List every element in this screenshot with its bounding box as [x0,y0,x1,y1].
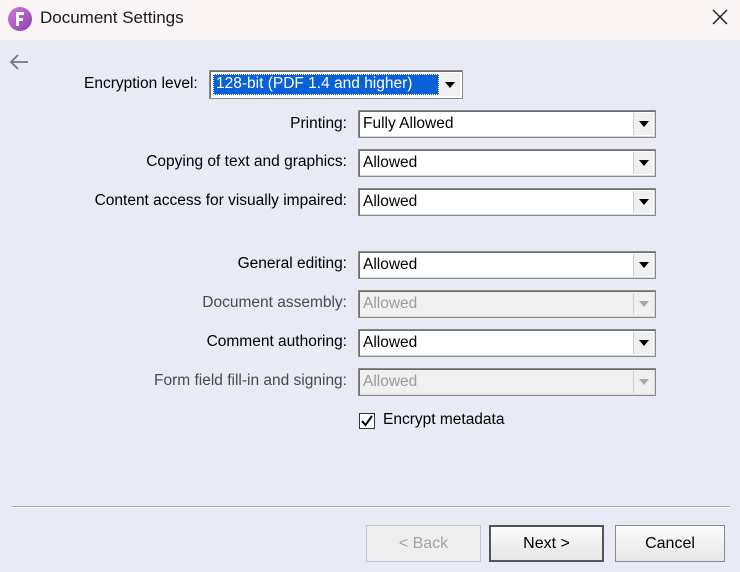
back-button: < Back [366,525,481,562]
chevron-down-icon[interactable] [440,73,460,96]
footer-divider [12,506,730,508]
general-editing-dropdown[interactable]: Allowed [358,251,656,279]
form-field-label: Form field fill-in and signing: [154,372,347,389]
comment-authoring-label: Comment authoring: [206,333,347,350]
window-title: Document Settings [40,8,184,27]
form-field-dropdown: Allowed [358,368,656,396]
checkmark-icon [361,415,373,427]
comment-authoring-value: Allowed [363,334,418,351]
copying-label: Copying of text and graphics: [146,153,347,170]
chevron-down-icon[interactable] [633,332,653,354]
printing-value: Fully Allowed [363,115,454,132]
encrypt-metadata-label[interactable]: Encrypt metadata [383,411,504,429]
printing-label: Printing: [290,115,347,132]
back-arrow-icon[interactable] [8,52,30,72]
copying-dropdown[interactable]: Allowed [358,149,656,177]
next-button[interactable]: Next > [489,525,604,562]
document-assembly-label: Document assembly: [202,294,347,311]
close-button[interactable] [700,2,740,36]
comment-authoring-dropdown[interactable]: Allowed [358,329,656,357]
close-icon [712,9,728,30]
chevron-down-icon [633,371,653,393]
document-assembly-dropdown: Allowed [358,290,656,318]
copying-value: Allowed [363,154,418,171]
encryption-level-label: Encryption level: [84,75,198,92]
general-editing-value: Allowed [363,256,418,273]
chevron-down-icon[interactable] [633,113,653,135]
document-assembly-value: Allowed [363,295,418,312]
encrypt-metadata-checkbox[interactable] [359,413,375,429]
chevron-down-icon [633,293,653,315]
chevron-down-icon[interactable] [633,152,653,174]
printing-dropdown[interactable]: Fully Allowed [358,110,656,138]
cancel-button[interactable]: Cancel [615,525,725,562]
content-access-label: Content access for visually impaired: [94,192,347,209]
foxit-logo-icon [8,7,32,31]
chevron-down-icon[interactable] [633,191,653,213]
general-editing-label: General editing: [237,255,347,272]
title-bar: Document Settings [0,0,740,40]
content-access-value: Allowed [363,193,418,210]
chevron-down-icon[interactable] [633,254,653,276]
content-access-dropdown[interactable]: Allowed [358,188,656,216]
form-field-value: Allowed [363,373,418,390]
encryption-level-value: 128-bit (PDF 1.4 and higher) [213,74,439,95]
encryption-level-dropdown[interactable]: 128-bit (PDF 1.4 and higher) [209,70,463,99]
